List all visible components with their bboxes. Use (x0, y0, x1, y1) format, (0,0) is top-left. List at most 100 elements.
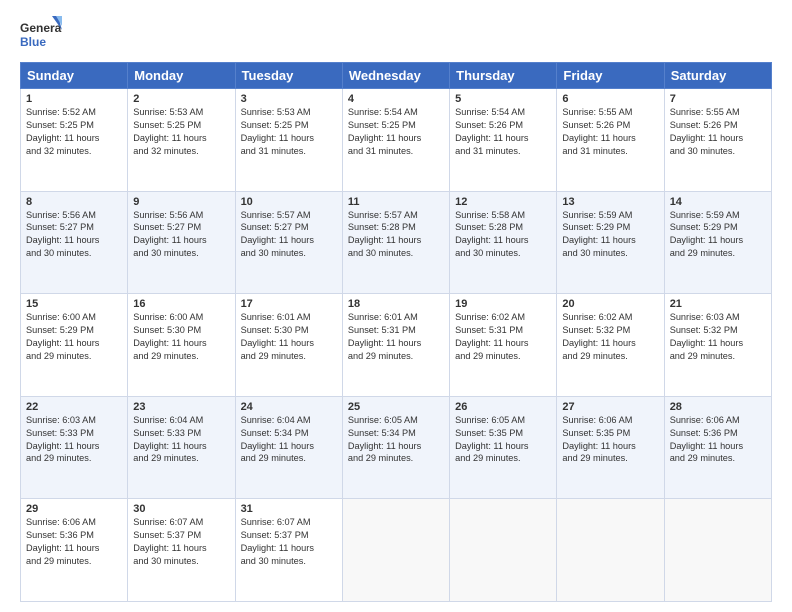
cell-content: Sunrise: 6:01 AM Sunset: 5:31 PM Dayligh… (348, 311, 444, 363)
cell-content: Sunrise: 5:53 AM Sunset: 5:25 PM Dayligh… (241, 106, 337, 158)
svg-text:General: General (20, 21, 62, 35)
day-number: 16 (133, 298, 229, 310)
day-cell-18: 18Sunrise: 6:01 AM Sunset: 5:31 PM Dayli… (342, 294, 449, 397)
day-number: 9 (133, 196, 229, 208)
day-cell-15: 15Sunrise: 6:00 AM Sunset: 5:29 PM Dayli… (21, 294, 128, 397)
day-number: 10 (241, 196, 337, 208)
day-number: 12 (455, 196, 551, 208)
cell-content: Sunrise: 5:52 AM Sunset: 5:25 PM Dayligh… (26, 106, 122, 158)
day-cell-24: 24Sunrise: 6:04 AM Sunset: 5:34 PM Dayli… (235, 396, 342, 499)
cell-content: Sunrise: 5:58 AM Sunset: 5:28 PM Dayligh… (455, 209, 551, 261)
cell-content: Sunrise: 5:54 AM Sunset: 5:26 PM Dayligh… (455, 106, 551, 158)
day-number: 22 (26, 401, 122, 413)
day-number: 11 (348, 196, 444, 208)
cell-content: Sunrise: 5:59 AM Sunset: 5:29 PM Dayligh… (670, 209, 766, 261)
day-number: 20 (562, 298, 658, 310)
day-cell-29: 29Sunrise: 6:06 AM Sunset: 5:36 PM Dayli… (21, 499, 128, 602)
day-number: 15 (26, 298, 122, 310)
calendar-table: SundayMondayTuesdayWednesdayThursdayFrid… (20, 62, 772, 602)
cell-content: Sunrise: 5:59 AM Sunset: 5:29 PM Dayligh… (562, 209, 658, 261)
day-number: 24 (241, 401, 337, 413)
cell-content: Sunrise: 5:57 AM Sunset: 5:28 PM Dayligh… (348, 209, 444, 261)
day-number: 1 (26, 93, 122, 105)
day-header-monday: Monday (128, 63, 235, 89)
week-row-2: 8Sunrise: 5:56 AM Sunset: 5:27 PM Daylig… (21, 191, 772, 294)
day-cell-14: 14Sunrise: 5:59 AM Sunset: 5:29 PM Dayli… (664, 191, 771, 294)
cell-content: Sunrise: 6:06 AM Sunset: 5:35 PM Dayligh… (562, 414, 658, 466)
day-number: 19 (455, 298, 551, 310)
cell-content: Sunrise: 5:55 AM Sunset: 5:26 PM Dayligh… (670, 106, 766, 158)
day-cell-25: 25Sunrise: 6:05 AM Sunset: 5:34 PM Dayli… (342, 396, 449, 499)
cell-content: Sunrise: 5:54 AM Sunset: 5:25 PM Dayligh… (348, 106, 444, 158)
day-cell-27: 27Sunrise: 6:06 AM Sunset: 5:35 PM Dayli… (557, 396, 664, 499)
header: General Blue (20, 16, 772, 54)
day-cell-13: 13Sunrise: 5:59 AM Sunset: 5:29 PM Dayli… (557, 191, 664, 294)
cell-content: Sunrise: 6:03 AM Sunset: 5:32 PM Dayligh… (670, 311, 766, 363)
cell-content: Sunrise: 5:56 AM Sunset: 5:27 PM Dayligh… (26, 209, 122, 261)
day-cell-10: 10Sunrise: 5:57 AM Sunset: 5:27 PM Dayli… (235, 191, 342, 294)
day-cell-19: 19Sunrise: 6:02 AM Sunset: 5:31 PM Dayli… (450, 294, 557, 397)
week-row-4: 22Sunrise: 6:03 AM Sunset: 5:33 PM Dayli… (21, 396, 772, 499)
empty-cell (557, 499, 664, 602)
day-number: 30 (133, 503, 229, 515)
cell-content: Sunrise: 5:53 AM Sunset: 5:25 PM Dayligh… (133, 106, 229, 158)
day-cell-20: 20Sunrise: 6:02 AM Sunset: 5:32 PM Dayli… (557, 294, 664, 397)
cell-content: Sunrise: 6:07 AM Sunset: 5:37 PM Dayligh… (133, 516, 229, 568)
day-number: 28 (670, 401, 766, 413)
day-number: 17 (241, 298, 337, 310)
day-cell-26: 26Sunrise: 6:05 AM Sunset: 5:35 PM Dayli… (450, 396, 557, 499)
day-cell-17: 17Sunrise: 6:01 AM Sunset: 5:30 PM Dayli… (235, 294, 342, 397)
day-number: 8 (26, 196, 122, 208)
day-header-sunday: Sunday (21, 63, 128, 89)
svg-text:Blue: Blue (20, 35, 46, 49)
day-cell-22: 22Sunrise: 6:03 AM Sunset: 5:33 PM Dayli… (21, 396, 128, 499)
day-cell-7: 7Sunrise: 5:55 AM Sunset: 5:26 PM Daylig… (664, 89, 771, 192)
day-header-friday: Friday (557, 63, 664, 89)
week-row-3: 15Sunrise: 6:00 AM Sunset: 5:29 PM Dayli… (21, 294, 772, 397)
cell-content: Sunrise: 5:57 AM Sunset: 5:27 PM Dayligh… (241, 209, 337, 261)
day-cell-3: 3Sunrise: 5:53 AM Sunset: 5:25 PM Daylig… (235, 89, 342, 192)
day-header-thursday: Thursday (450, 63, 557, 89)
cell-content: Sunrise: 6:03 AM Sunset: 5:33 PM Dayligh… (26, 414, 122, 466)
day-cell-4: 4Sunrise: 5:54 AM Sunset: 5:25 PM Daylig… (342, 89, 449, 192)
day-number: 23 (133, 401, 229, 413)
cell-content: Sunrise: 6:06 AM Sunset: 5:36 PM Dayligh… (26, 516, 122, 568)
day-cell-28: 28Sunrise: 6:06 AM Sunset: 5:36 PM Dayli… (664, 396, 771, 499)
day-cell-16: 16Sunrise: 6:00 AM Sunset: 5:30 PM Dayli… (128, 294, 235, 397)
day-number: 3 (241, 93, 337, 105)
cell-content: Sunrise: 6:00 AM Sunset: 5:30 PM Dayligh… (133, 311, 229, 363)
week-row-1: 1Sunrise: 5:52 AM Sunset: 5:25 PM Daylig… (21, 89, 772, 192)
day-number: 14 (670, 196, 766, 208)
day-cell-9: 9Sunrise: 5:56 AM Sunset: 5:27 PM Daylig… (128, 191, 235, 294)
day-number: 25 (348, 401, 444, 413)
header-row: SundayMondayTuesdayWednesdayThursdayFrid… (21, 63, 772, 89)
day-header-saturday: Saturday (664, 63, 771, 89)
cell-content: Sunrise: 6:05 AM Sunset: 5:34 PM Dayligh… (348, 414, 444, 466)
logo-svg: General Blue (20, 16, 62, 54)
day-cell-30: 30Sunrise: 6:07 AM Sunset: 5:37 PM Dayli… (128, 499, 235, 602)
cell-content: Sunrise: 5:56 AM Sunset: 5:27 PM Dayligh… (133, 209, 229, 261)
day-cell-2: 2Sunrise: 5:53 AM Sunset: 5:25 PM Daylig… (128, 89, 235, 192)
day-cell-8: 8Sunrise: 5:56 AM Sunset: 5:27 PM Daylig… (21, 191, 128, 294)
day-number: 26 (455, 401, 551, 413)
empty-cell (342, 499, 449, 602)
day-number: 5 (455, 93, 551, 105)
day-cell-23: 23Sunrise: 6:04 AM Sunset: 5:33 PM Dayli… (128, 396, 235, 499)
logo: General Blue (20, 16, 62, 54)
day-number: 31 (241, 503, 337, 515)
cell-content: Sunrise: 6:02 AM Sunset: 5:32 PM Dayligh… (562, 311, 658, 363)
empty-cell (664, 499, 771, 602)
day-number: 2 (133, 93, 229, 105)
cell-content: Sunrise: 6:07 AM Sunset: 5:37 PM Dayligh… (241, 516, 337, 568)
day-number: 29 (26, 503, 122, 515)
cell-content: Sunrise: 6:04 AM Sunset: 5:34 PM Dayligh… (241, 414, 337, 466)
page: General Blue SundayMondayTuesdayWednesda… (0, 0, 792, 612)
empty-cell (450, 499, 557, 602)
day-cell-11: 11Sunrise: 5:57 AM Sunset: 5:28 PM Dayli… (342, 191, 449, 294)
cell-content: Sunrise: 6:01 AM Sunset: 5:30 PM Dayligh… (241, 311, 337, 363)
day-cell-21: 21Sunrise: 6:03 AM Sunset: 5:32 PM Dayli… (664, 294, 771, 397)
day-cell-5: 5Sunrise: 5:54 AM Sunset: 5:26 PM Daylig… (450, 89, 557, 192)
week-row-5: 29Sunrise: 6:06 AM Sunset: 5:36 PM Dayli… (21, 499, 772, 602)
day-number: 6 (562, 93, 658, 105)
day-header-wednesday: Wednesday (342, 63, 449, 89)
